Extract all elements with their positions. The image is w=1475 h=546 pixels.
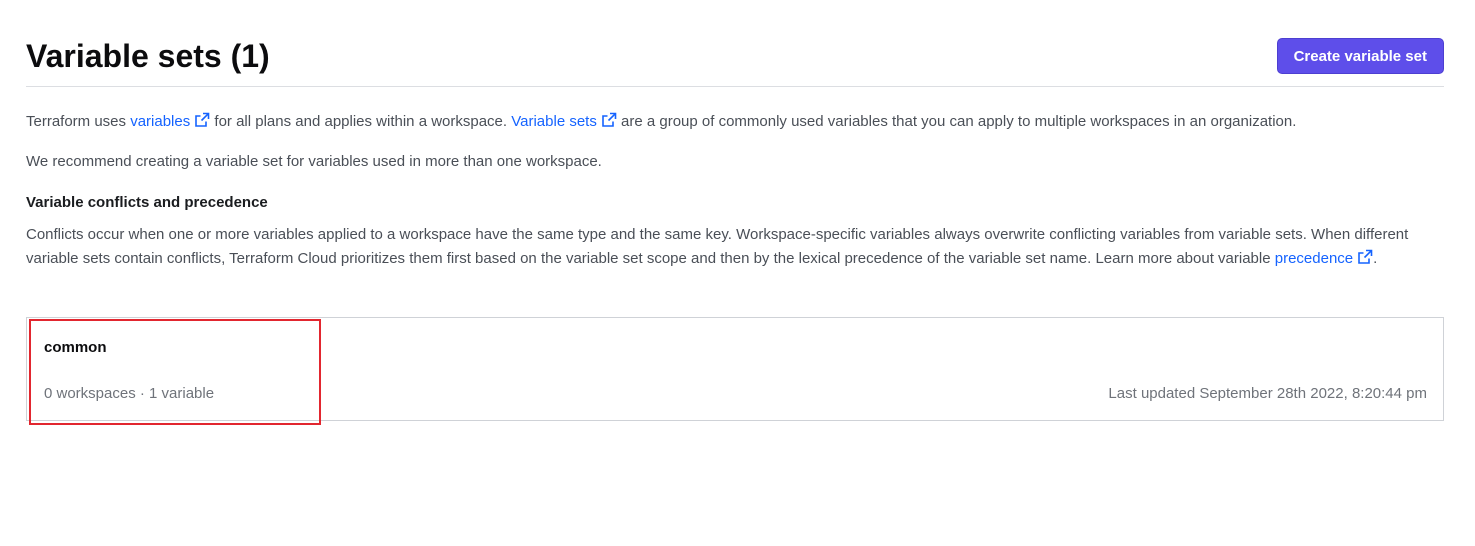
conflicts-heading: Variable conflicts and precedence: [26, 194, 268, 211]
intro-paragraph: Terraform uses variables for all plans a…: [26, 110, 1296, 134]
external-link-icon: [195, 112, 210, 127]
conflicts-text-end: .: [1373, 250, 1378, 267]
variable-set-last-updated: Last updated September 28th 2022, 8:20:4…: [1108, 385, 1427, 402]
intro-text-start: Terraform uses: [26, 113, 131, 130]
conflicts-text: Conflicts occur when one or more variabl…: [26, 226, 1409, 267]
variable-set-counts: 0 workspaces · 1 variable: [44, 385, 215, 402]
intro-text-middle: for all plans and applies within a works…: [210, 113, 512, 130]
variable-set-card[interactable]: common 0 workspaces · 1 variable Last up…: [26, 317, 1444, 421]
variables-link-label: variables: [130, 113, 191, 130]
precedence-link-label: precedence: [1274, 250, 1354, 267]
external-link-icon: [602, 112, 617, 127]
create-variable-set-button[interactable]: Create variable set: [1276, 38, 1444, 74]
external-link-icon: [1358, 249, 1373, 264]
variable-set-name[interactable]: common: [44, 338, 107, 358]
precedence-link[interactable]: precedence: [1274, 249, 1373, 267]
variable-sets-link[interactable]: Variable sets: [511, 112, 617, 130]
intro-text-end: are a group of commonly used variables t…: [616, 113, 1297, 130]
variable-sets-page: Variable sets (1) Create variable set Te…: [26, 0, 1444, 421]
page-title: Variable sets (1): [26, 38, 270, 74]
conflicts-paragraph: Conflicts occur when one or more variabl…: [26, 223, 1426, 271]
recommendation-paragraph: We recommend creating a variable set for…: [26, 153, 602, 170]
variable-sets-link-label: Variable sets: [511, 113, 597, 130]
variables-link[interactable]: variables: [130, 112, 210, 130]
page-header: Variable sets (1) Create variable set: [26, 0, 1444, 87]
